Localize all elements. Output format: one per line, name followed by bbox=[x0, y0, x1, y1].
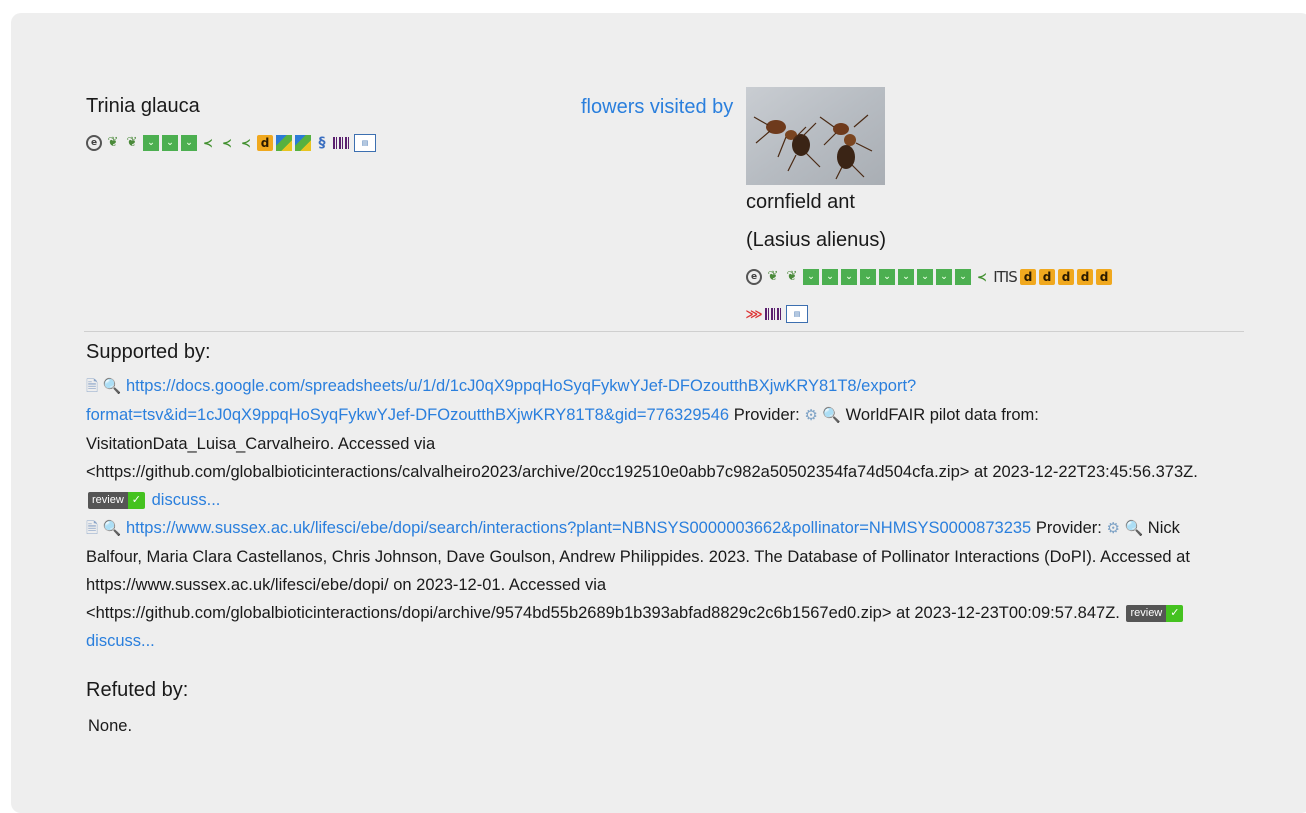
gear-icon[interactable]: ⚙ bbox=[804, 402, 817, 430]
discoverlife-icon[interactable]: d bbox=[1020, 269, 1036, 285]
search-icon[interactable]: 🔍 bbox=[822, 402, 841, 430]
target-scientific-name[interactable]: (Lasius alienus) bbox=[746, 228, 886, 252]
itis-icon[interactable]: ITIS bbox=[993, 269, 1018, 285]
discoverlife-icon[interactable]: d bbox=[1077, 269, 1093, 285]
ant-photo-image bbox=[746, 87, 885, 185]
discoverlife-icon[interactable]: d bbox=[1039, 269, 1055, 285]
inat-icon[interactable]: ⌄ bbox=[936, 269, 952, 285]
inat-icon[interactable]: ⌄ bbox=[841, 269, 857, 285]
search-icon[interactable]: 🔍 bbox=[103, 373, 122, 401]
gbif-icon[interactable]: ❦ bbox=[765, 269, 781, 285]
review-badge[interactable]: review ✓ bbox=[1126, 605, 1184, 623]
bold-icon[interactable] bbox=[276, 135, 292, 151]
supporting-references: 🗎 🔍 https://docs.google.com/spreadsheets… bbox=[86, 372, 1226, 655]
discoverlife-icon[interactable]: d bbox=[1096, 269, 1112, 285]
inat-icon[interactable]: ⌄ bbox=[898, 269, 914, 285]
ncbi-icon[interactable]: ≺ bbox=[200, 135, 216, 151]
inat-icon[interactable]: ⌄ bbox=[162, 135, 178, 151]
provider-label: Provider: bbox=[1035, 519, 1102, 537]
refuted-by-title: Refuted by: bbox=[86, 679, 189, 701]
inat-icon[interactable]: ⌄ bbox=[955, 269, 971, 285]
interaction-type-link[interactable]: flowers visited by bbox=[581, 90, 741, 125]
reference-item: 🗎 🔍 https://docs.google.com/spreadsheets… bbox=[86, 372, 1226, 514]
refuted-none-text: None. bbox=[88, 717, 133, 735]
inat-icon[interactable]: ⌄ bbox=[860, 269, 876, 285]
inat-icon[interactable]: ⌄ bbox=[879, 269, 895, 285]
section-divider bbox=[84, 331, 1244, 332]
inat-icon[interactable]: ⌄ bbox=[181, 135, 197, 151]
search-icon[interactable]: 🔍 bbox=[103, 515, 122, 543]
inat-icon[interactable]: ⌄ bbox=[822, 269, 838, 285]
supported-by-title: Supported by: bbox=[86, 341, 211, 363]
reference-item: 🗎 🔍 https://www.sussex.ac.uk/lifesci/ebe… bbox=[86, 514, 1226, 655]
wikidata-icon[interactable]: § bbox=[314, 135, 330, 151]
news-icon[interactable]: ▤ bbox=[354, 134, 376, 152]
document-icon[interactable]: 🗎 bbox=[86, 515, 98, 543]
inat-icon[interactable]: ⌄ bbox=[803, 269, 819, 285]
ncbi-icon[interactable]: ≺ bbox=[219, 135, 235, 151]
flybase-icon[interactable]: ⋙ bbox=[745, 306, 762, 322]
target-species-image[interactable] bbox=[746, 87, 885, 185]
eol-icon[interactable]: e bbox=[86, 135, 102, 151]
gbif-icon[interactable]: ❦ bbox=[784, 269, 800, 285]
inat-icon[interactable]: ⌄ bbox=[917, 269, 933, 285]
ncbi-icon[interactable]: ≺ bbox=[974, 269, 990, 285]
discuss-link[interactable]: discuss... bbox=[152, 491, 221, 509]
search-icon[interactable]: 🔍 bbox=[1125, 515, 1144, 543]
check-icon: ✓ bbox=[1166, 605, 1184, 623]
news-icon[interactable]: ▤ bbox=[786, 305, 808, 323]
gear-icon[interactable]: ⚙ bbox=[1106, 515, 1119, 543]
inat-icon[interactable]: ⌄ bbox=[143, 135, 159, 151]
target-icon-row-2: ⋙ ▤ bbox=[745, 305, 808, 323]
barcode-icon[interactable] bbox=[333, 137, 351, 149]
check-icon: ✓ bbox=[127, 492, 146, 510]
subject-icon-row: e ❦ ❦ ⌄ ⌄ ⌄ ≺ ≺ ≺ d § ▤ bbox=[86, 134, 376, 152]
document-icon[interactable]: 🗎 bbox=[86, 373, 98, 401]
ncbi-icon[interactable]: ≺ bbox=[238, 135, 254, 151]
review-badge[interactable]: review ✓ bbox=[88, 492, 146, 510]
provider-label: Provider: bbox=[733, 406, 800, 424]
gbif-icon[interactable]: ❦ bbox=[124, 135, 140, 151]
target-common-name[interactable]: cornfield ant bbox=[746, 190, 855, 214]
discoverlife-icon[interactable]: d bbox=[257, 135, 273, 151]
discuss-link[interactable]: discuss... bbox=[86, 632, 155, 650]
reference-url-link[interactable]: https://www.sussex.ac.uk/lifesci/ebe/dop… bbox=[126, 519, 1031, 537]
discoverlife-icon[interactable]: d bbox=[1058, 269, 1074, 285]
target-icon-row: e ❦ ❦ ⌄ ⌄ ⌄ ⌄ ⌄ ⌄ ⌄ ⌄ ⌄ ≺ ITIS d d d d d bbox=[746, 268, 1112, 286]
bold-icon[interactable] bbox=[295, 135, 311, 151]
gbif-icon[interactable]: ❦ bbox=[105, 135, 121, 151]
barcode-icon[interactable] bbox=[765, 308, 783, 320]
eol-icon[interactable]: e bbox=[746, 269, 762, 285]
subject-name[interactable]: Trinia glauca bbox=[86, 94, 200, 118]
